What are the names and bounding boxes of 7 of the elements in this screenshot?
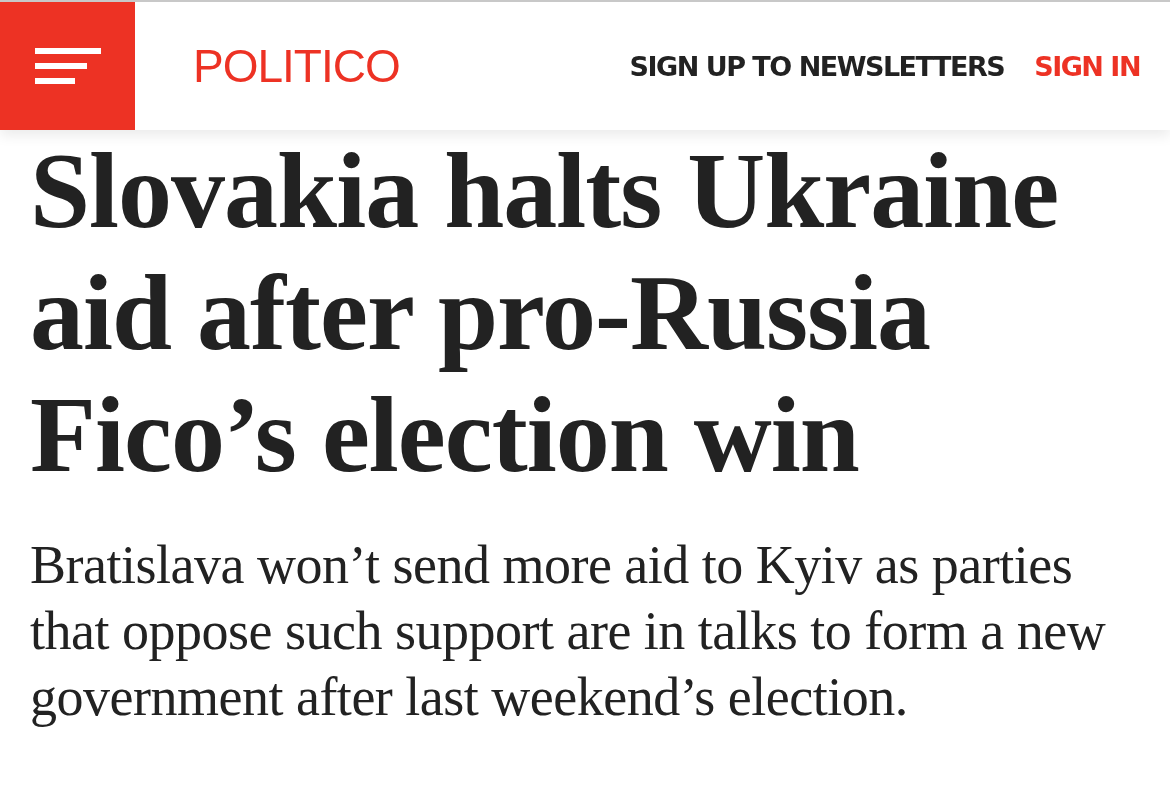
article-summary: Bratislava won’t send more aid to Kyiv as parties that oppose such support are in talks to form a new government after last weekend’s election. bbox=[30, 534, 1107, 729]
menu-icon bbox=[34, 48, 101, 84]
nav-link[interactable]: SIGN UP TO NEWSLETTERS bbox=[629, 50, 1005, 82]
nav-link[interactable]: SIGN IN bbox=[1034, 50, 1140, 82]
site-logo[interactable]: POLITICO bbox=[193, 39, 400, 93]
headline: Slovakia halts Ukraine aid after pro-Russia Fico’s election win bbox=[30, 130, 1060, 496]
menu-button[interactable] bbox=[0, 2, 135, 130]
